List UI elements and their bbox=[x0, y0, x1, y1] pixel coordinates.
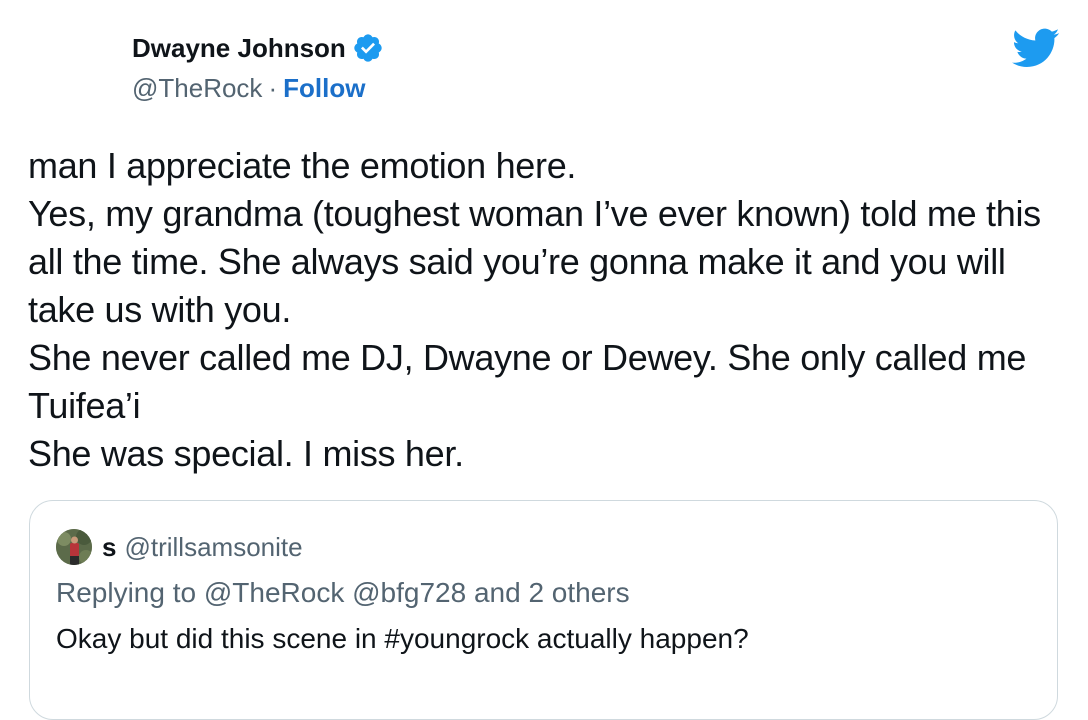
tweet-author-header: Dwayne Johnson @TheRock · Follow bbox=[132, 28, 384, 108]
twitter-bird-icon[interactable] bbox=[1012, 24, 1060, 72]
follow-button[interactable]: Follow bbox=[283, 73, 365, 104]
tweet-body-text: man I appreciate the emotion here. Yes, … bbox=[28, 145, 1041, 474]
replying-to-mentions[interactable]: @TheRock @bfg728 and 2 others bbox=[204, 577, 630, 608]
quoted-author-handle[interactable]: @trillsamsonite bbox=[124, 532, 302, 563]
quoted-tweet-card[interactable]: s @trillsamsonite Replying to @TheRock @… bbox=[29, 500, 1058, 720]
user-avatar[interactable] bbox=[56, 529, 92, 565]
author-display-name[interactable]: Dwayne Johnson bbox=[132, 33, 346, 64]
separator-dot: · bbox=[268, 72, 278, 103]
author-handle[interactable]: @TheRock bbox=[132, 73, 262, 104]
quoted-tweet-header: s @trillsamsonite bbox=[56, 529, 303, 565]
quoted-author-name[interactable]: s bbox=[102, 532, 116, 563]
quoted-tweet-text: Okay but did this scene in #youngrock ac… bbox=[56, 623, 749, 654]
author-name-row: Dwayne Johnson bbox=[132, 28, 384, 68]
replying-to-label: Replying to bbox=[56, 577, 197, 608]
author-handle-row: @TheRock · Follow bbox=[132, 70, 384, 106]
verified-badge-icon bbox=[352, 32, 384, 64]
replying-to-line: Replying to @TheRock @bfg728 and 2 other… bbox=[56, 577, 630, 609]
